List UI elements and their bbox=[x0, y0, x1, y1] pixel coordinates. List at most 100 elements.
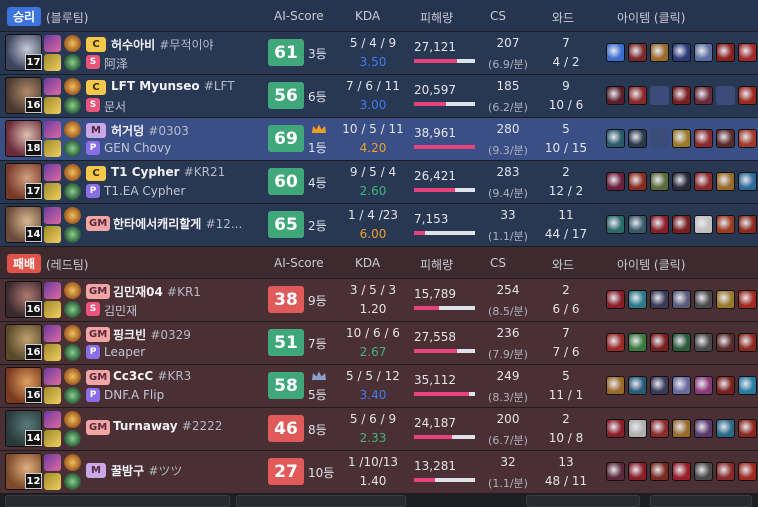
item-slot-3-icon[interactable] bbox=[650, 376, 669, 395]
item-slot-2-icon[interactable] bbox=[628, 333, 647, 352]
primary-rune-icon bbox=[64, 207, 81, 224]
item-slot-3-icon[interactable] bbox=[650, 215, 669, 234]
item-slot-4-icon[interactable] bbox=[672, 172, 691, 191]
item-slot-5-icon[interactable] bbox=[694, 290, 713, 309]
item-slot-5-icon[interactable] bbox=[694, 43, 713, 62]
item-slot-3-icon[interactable] bbox=[650, 172, 669, 191]
item-slot-7-icon[interactable] bbox=[738, 86, 757, 105]
summoner-name[interactable]: 핑크빈 #0329 bbox=[113, 326, 191, 343]
item-slot-4-icon[interactable] bbox=[672, 86, 691, 105]
item-slot-7-icon[interactable] bbox=[738, 215, 757, 234]
item-slot-1-icon[interactable] bbox=[606, 172, 625, 191]
item-slot-2-icon[interactable] bbox=[628, 172, 647, 191]
item-slot-4-icon[interactable] bbox=[672, 333, 691, 352]
item-slot-6-icon[interactable] bbox=[716, 129, 735, 148]
player-row[interactable]: 12 M 꿀밤구 #ツツ 27 10등 1 /10/13 1.40 13,281 32 (1.1/… bbox=[0, 451, 758, 493]
item-slot-6-icon[interactable] bbox=[716, 172, 735, 191]
item-slot-7-icon[interactable] bbox=[738, 43, 757, 62]
empty-item-slot[interactable] bbox=[716, 86, 735, 105]
empty-item-slot[interactable] bbox=[650, 129, 669, 148]
item-slot-3-icon[interactable] bbox=[650, 333, 669, 352]
item-slot-3-icon[interactable] bbox=[650, 419, 669, 438]
crown-icon bbox=[312, 124, 326, 133]
item-slot-7-icon[interactable] bbox=[738, 333, 757, 352]
item-slot-6-icon[interactable] bbox=[716, 215, 735, 234]
item-slot-1-icon[interactable] bbox=[606, 215, 625, 234]
summoner-name[interactable]: 한타에서캐리할게 #12... bbox=[113, 215, 242, 232]
footer-panel-3[interactable] bbox=[526, 495, 640, 507]
footer-panel-2[interactable] bbox=[236, 495, 406, 507]
summoner-name[interactable]: 김민재04 #KR1 bbox=[113, 283, 201, 300]
item-slot-4-icon[interactable] bbox=[672, 215, 691, 234]
item-slot-4-icon[interactable] bbox=[672, 129, 691, 148]
item-slot-4-icon[interactable] bbox=[672, 43, 691, 62]
item-slot-7-icon[interactable] bbox=[738, 462, 757, 481]
item-slot-2-icon[interactable] bbox=[628, 129, 647, 148]
player-row[interactable]: 14 GM Turnaway #2222 46 8등 5 / 6 / 9 2.33 24,18… bbox=[0, 408, 758, 450]
item-slot-5-icon[interactable] bbox=[694, 172, 713, 191]
summoner-name[interactable]: Cc3cC #KR3 bbox=[113, 369, 191, 383]
item-slot-2-icon[interactable] bbox=[628, 290, 647, 309]
item-slot-5-icon[interactable] bbox=[694, 86, 713, 105]
item-slot-1-icon[interactable] bbox=[606, 290, 625, 309]
player-row[interactable]: 18 M 허거덩 #0303 P GEN Chovy 69 1등 10 / 5 / 11 4.2… bbox=[0, 118, 758, 160]
summoner-name[interactable]: 꿀밤구 #ツツ bbox=[111, 462, 182, 479]
item-slot-6-icon[interactable] bbox=[716, 43, 735, 62]
item-slot-7-icon[interactable] bbox=[738, 419, 757, 438]
ai-score: 61 bbox=[268, 39, 304, 66]
item-slot-2-icon[interactable] bbox=[628, 376, 647, 395]
item-slot-1-icon[interactable] bbox=[606, 86, 625, 105]
item-slot-5-icon[interactable] bbox=[694, 333, 713, 352]
item-slot-2-icon[interactable] bbox=[628, 419, 647, 438]
pro-badge: S bbox=[86, 302, 100, 316]
item-slot-4-icon[interactable] bbox=[672, 290, 691, 309]
summoner-name[interactable]: LFT Myunseo #LFT bbox=[111, 79, 235, 93]
item-slot-3-icon[interactable] bbox=[650, 462, 669, 481]
item-slot-5-icon[interactable] bbox=[694, 215, 713, 234]
item-slot-4-icon[interactable] bbox=[672, 419, 691, 438]
player-row[interactable]: 16 GM 김민재04 #KR1 S 김민재 38 9등 3 / 5 / 3 1.20 15,78… bbox=[0, 279, 758, 321]
summoner-name[interactable]: Turnaway #2222 bbox=[113, 419, 222, 433]
item-slot-6-icon[interactable] bbox=[716, 290, 735, 309]
item-slot-2-icon[interactable] bbox=[628, 43, 647, 62]
player-row[interactable]: 17 C T1 Cypher #KR21 P T1.EA Cypher 60 4등 9 / 5… bbox=[0, 161, 758, 203]
item-slot-4-icon[interactable] bbox=[672, 462, 691, 481]
player-row[interactable]: 17 C 허수아비 #무적이야 S 阿泽 61 3등 5 / 4 / 9 3.50 27,121 2… bbox=[0, 32, 758, 74]
summoner-name[interactable]: 허수아비 #무적이야 bbox=[111, 36, 214, 53]
item-slot-6-icon[interactable] bbox=[716, 419, 735, 438]
footer-panel-1[interactable] bbox=[5, 495, 230, 507]
summoner-name[interactable]: T1 Cypher #KR21 bbox=[111, 165, 225, 179]
footer-panel-4[interactable] bbox=[650, 495, 752, 507]
item-slot-6-icon[interactable] bbox=[716, 462, 735, 481]
item-slot-6-icon[interactable] bbox=[716, 333, 735, 352]
item-slot-2-icon[interactable] bbox=[628, 462, 647, 481]
item-slot-7-icon[interactable] bbox=[738, 376, 757, 395]
summoner-name[interactable]: 허거덩 #0303 bbox=[111, 122, 189, 139]
item-slot-1-icon[interactable] bbox=[606, 376, 625, 395]
item-slot-5-icon[interactable] bbox=[694, 376, 713, 395]
item-slot-3-icon[interactable] bbox=[650, 43, 669, 62]
column-header-items[interactable]: 아이템 (클릭) bbox=[617, 9, 727, 26]
item-slot-6-icon[interactable] bbox=[716, 376, 735, 395]
item-slot-2-icon[interactable] bbox=[628, 86, 647, 105]
item-slot-5-icon[interactable] bbox=[694, 419, 713, 438]
item-slot-1-icon[interactable] bbox=[606, 43, 625, 62]
item-slot-4-icon[interactable] bbox=[672, 376, 691, 395]
item-slot-1-icon[interactable] bbox=[606, 419, 625, 438]
column-header-items[interactable]: 아이템 (클릭) bbox=[617, 256, 727, 273]
item-slot-1-icon[interactable] bbox=[606, 129, 625, 148]
item-slot-3-icon[interactable] bbox=[650, 290, 669, 309]
item-slot-1-icon[interactable] bbox=[606, 333, 625, 352]
item-slot-2-icon[interactable] bbox=[628, 215, 647, 234]
item-slot-5-icon[interactable] bbox=[694, 462, 713, 481]
player-row[interactable]: 16 GM 핑크빈 #0329 P Leaper 51 7등 10 / 6 / 6 2.67 27… bbox=[0, 322, 758, 364]
item-slot-5-icon[interactable] bbox=[694, 129, 713, 148]
item-slot-7-icon[interactable] bbox=[738, 290, 757, 309]
empty-item-slot[interactable] bbox=[650, 86, 669, 105]
player-row[interactable]: 14 GM 한타에서캐리할게 #12... 65 2등 1 / 4 /23 6.00 7,15… bbox=[0, 204, 758, 246]
player-row[interactable]: 16 C LFT Myunseo #LFT S 문서 56 6등 7 / 6 / 11 3.00… bbox=[0, 75, 758, 117]
item-slot-7-icon[interactable] bbox=[738, 129, 757, 148]
item-slot-7-icon[interactable] bbox=[738, 172, 757, 191]
item-slot-1-icon[interactable] bbox=[606, 462, 625, 481]
player-row[interactable]: 16 GM Cc3cC #KR3 P DNF.A Flip 58 5등 5 / 5 / 12 3… bbox=[0, 365, 758, 407]
